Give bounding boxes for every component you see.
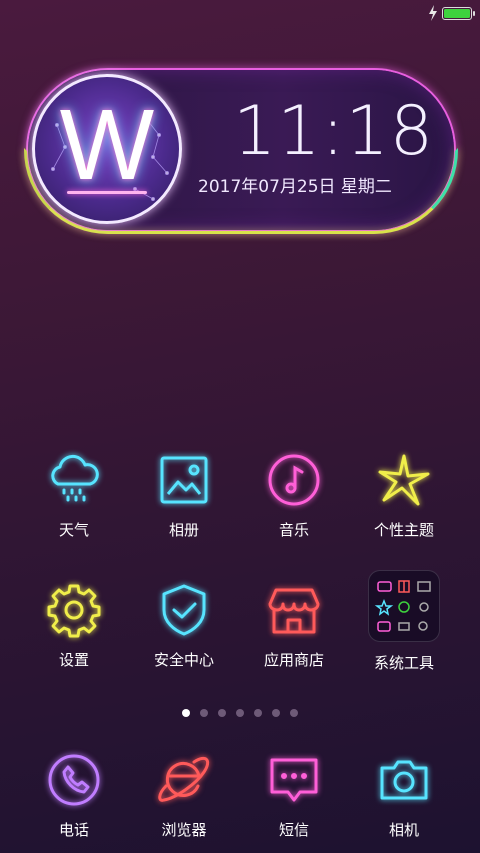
page-dot[interactable] [182, 709, 190, 717]
battery-level [444, 9, 470, 18]
app-gallery[interactable]: 相册 [124, 450, 244, 540]
weather-icon [51, 454, 99, 502]
settings-gear-icon [47, 584, 101, 638]
phone-icon [48, 754, 100, 806]
app-label: 电话 [58, 821, 89, 839]
app-store[interactable]: 应用商店 [234, 580, 354, 670]
folder-system-tools[interactable]: 系统工具 [344, 570, 464, 673]
gallery-icon [160, 456, 208, 504]
app-weather[interactable]: 天气 [14, 450, 134, 540]
battery-icon [442, 7, 475, 20]
security-shield-icon [162, 584, 206, 636]
avatar[interactable]: W [32, 74, 182, 224]
app-label: 应用商店 [263, 651, 324, 669]
avatar-letter: W [59, 89, 155, 201]
charging-bolt-icon [429, 5, 437, 21]
app-label: 系统工具 [373, 654, 434, 672]
page-dot[interactable] [236, 709, 244, 717]
app-label: 相机 [388, 821, 419, 839]
browser-icon [158, 756, 210, 802]
camera-icon [380, 760, 428, 800]
messages-icon [270, 758, 318, 802]
dock-browser[interactable]: 浏览器 [124, 750, 244, 840]
dock-camera[interactable]: 相机 [344, 750, 464, 840]
avatar-underline [67, 191, 147, 194]
page-dot[interactable] [254, 709, 262, 717]
app-music[interactable]: 音乐 [234, 450, 354, 540]
app-label: 天气 [58, 521, 89, 539]
app-label: 音乐 [278, 521, 309, 539]
app-label: 设置 [58, 651, 89, 669]
app-store-icon [268, 588, 320, 634]
clock-widget[interactable]: W 11:18 2017年07月25日 星期二 [28, 70, 454, 230]
app-security[interactable]: 安全中心 [124, 580, 244, 670]
page-dot[interactable] [200, 709, 208, 717]
clock-date: 2017年07月25日 星期二 [198, 177, 392, 197]
app-label: 个性主题 [373, 521, 434, 539]
page-dot[interactable] [218, 709, 226, 717]
dock-phone[interactable]: 电话 [14, 750, 134, 840]
system-tools-folder-icon [368, 570, 440, 642]
dock-messages[interactable]: 短信 [234, 750, 354, 840]
music-icon [268, 454, 320, 506]
status-bar [0, 0, 480, 28]
clock-time: 11:18 [233, 92, 434, 171]
folder-preview-icons [374, 580, 431, 632]
page-dot[interactable] [272, 709, 280, 717]
app-label: 短信 [278, 821, 309, 839]
page-indicator [0, 702, 480, 721]
app-settings[interactable]: 设置 [14, 580, 134, 670]
app-label: 相册 [168, 521, 199, 539]
app-themes[interactable]: 个性主题 [344, 450, 464, 540]
app-label: 安全中心 [153, 651, 214, 669]
app-label: 浏览器 [161, 821, 207, 839]
theme-icon [378, 454, 430, 506]
page-dot[interactable] [290, 709, 298, 717]
